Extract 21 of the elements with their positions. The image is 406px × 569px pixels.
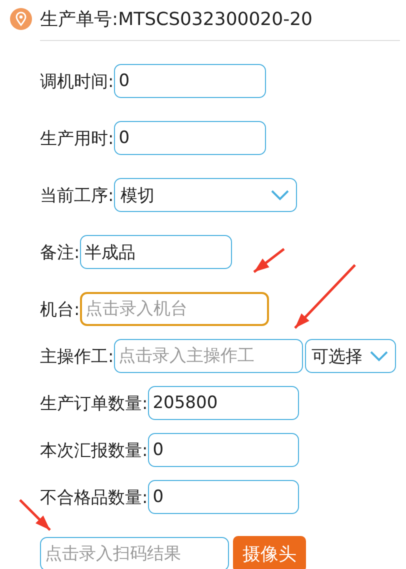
input-field[interactable]: 0 bbox=[148, 433, 299, 467]
input-field[interactable]: 0 bbox=[148, 480, 299, 514]
field-label: 不合格品数量: bbox=[40, 486, 148, 508]
input-field[interactable]: 点击录入机台 bbox=[80, 292, 269, 326]
dropdown[interactable]: 模切 bbox=[114, 178, 297, 212]
field-label: 主操作工: bbox=[40, 346, 114, 368]
input-field[interactable]: 点击录入主操作工 bbox=[114, 339, 303, 373]
order-number-title: 生产单号:MTSCS032300020-20 bbox=[40, 8, 312, 31]
field-label: 生产订单数量: bbox=[40, 392, 148, 414]
input-field[interactable]: 0 bbox=[114, 64, 266, 98]
input-field[interactable]: 205800 bbox=[148, 386, 299, 420]
input-field[interactable]: 点击录入扫码结果 bbox=[40, 537, 229, 569]
field-label: 机台: bbox=[40, 298, 80, 320]
field-label: 调机时间: bbox=[40, 70, 114, 92]
field-label: 当前工序: bbox=[40, 184, 114, 206]
input-field[interactable]: 0 bbox=[114, 121, 266, 155]
field-label: 生产用时: bbox=[40, 128, 114, 150]
field-label: 本次汇报数量: bbox=[40, 440, 148, 462]
field-label: 备注: bbox=[40, 242, 80, 264]
input-field[interactable]: 半成品 bbox=[80, 235, 232, 269]
dropdown[interactable]: 可选择 bbox=[304, 339, 396, 373]
